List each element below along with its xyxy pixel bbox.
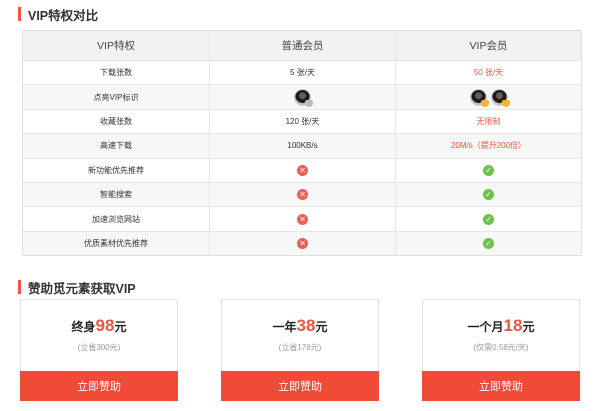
feature-cell: 点亮VIP标识 xyxy=(93,92,139,102)
vip-cell: 无限制 xyxy=(395,109,581,134)
vip-cell: ✓ xyxy=(395,158,581,182)
cross-icon: ✕ xyxy=(297,213,308,225)
vip-cell: 50 张/天 xyxy=(395,61,581,85)
cross-icon: ✕ xyxy=(297,164,308,176)
sponsor-button[interactable]: 立即赞助 xyxy=(221,371,379,401)
plan-saving-note: (立省178元) xyxy=(278,343,322,352)
vip-cell xyxy=(395,85,581,109)
check-icon: ✓ xyxy=(483,164,494,176)
plan-card-month: 一个月18元 (仅需0.58元/天) 立即赞助 xyxy=(422,299,580,401)
normal-cell: ✕ xyxy=(209,207,395,231)
vip-cell: 20M/s（提升200倍） xyxy=(395,134,581,158)
table-row: 高速下载 100KB/s 20M/s（提升200倍） xyxy=(23,133,581,158)
title-accent-bar xyxy=(18,280,21,294)
sponsor-button[interactable]: 立即赞助 xyxy=(422,371,580,401)
check-icon: ✓ xyxy=(483,213,494,225)
plan-price-unit: 元 xyxy=(114,320,127,334)
vip-cell: ✓ xyxy=(395,207,581,231)
feature-cell: 新功能优先推荐 xyxy=(88,165,144,175)
header-cell-vip: VIP会员 xyxy=(395,31,581,60)
normal-cell: ✕ xyxy=(209,231,395,256)
plan-price: 终身98元 xyxy=(21,316,177,336)
plan-price-unit: 元 xyxy=(522,320,535,334)
vip-avatar-icon xyxy=(490,88,510,107)
table-row: 收藏张数 120 张/天 无限制 xyxy=(23,108,581,134)
grey-vip-badge-icon xyxy=(305,99,313,107)
plan-price-number: 38 xyxy=(296,316,316,335)
table-row: 点亮VIP标识 xyxy=(23,84,581,109)
table-header-row: VIP特权 普通会员 VIP会员 xyxy=(23,31,581,60)
table-row: 优质素材优先推荐 ✕ ✓ xyxy=(23,230,581,256)
header-cell-normal: 普通会员 xyxy=(209,31,395,60)
plan-period: 一个月 xyxy=(467,320,504,334)
plan-card-year: 一年38元 (立省178元) 立即赞助 xyxy=(221,299,379,401)
table-row: 智能搜索 ✕ ✓ xyxy=(23,181,581,207)
check-icon: ✓ xyxy=(483,237,494,249)
sponsor-title: 赞助觅元素获取VIP xyxy=(18,279,136,296)
vip-compare-title: VIP特权对比 xyxy=(18,6,99,23)
gold-vip-badge-icon xyxy=(480,99,489,107)
cross-icon: ✕ xyxy=(297,189,308,201)
feature-cell: 收藏张数 xyxy=(100,116,132,126)
feature-cell: 下载张数 xyxy=(100,68,132,78)
plan-price-unit: 元 xyxy=(315,320,328,334)
title-accent-bar xyxy=(18,7,21,21)
section-title-text: VIP特权对比 xyxy=(28,8,99,23)
cross-icon: ✕ xyxy=(297,237,308,249)
gold-vip-badge-icon xyxy=(501,99,510,107)
table-row: 新功能优先推荐 ✕ ✓ xyxy=(23,157,581,182)
feature-cell: 高速下载 xyxy=(100,141,132,151)
plan-price: 一年38元 xyxy=(222,316,378,336)
plan-period: 终身 xyxy=(71,320,96,334)
plan-saving-note: (仅需0.58元/天) xyxy=(473,343,529,352)
normal-cell xyxy=(209,85,395,109)
feature-cell: 优质素材优先推荐 xyxy=(84,238,148,248)
feature-cell: 加速浏览网站 xyxy=(92,214,140,224)
header-cell-privilege: VIP特权 xyxy=(97,40,135,52)
plan-price: 一个月18元 xyxy=(423,316,579,336)
feature-cell: 智能搜索 xyxy=(100,190,132,200)
normal-cell: 120 张/天 xyxy=(209,109,395,134)
plan-card-lifetime: 终身98元 (立省300元) 立即赞助 xyxy=(20,299,178,401)
sponsor-button[interactable]: 立即赞助 xyxy=(20,371,178,401)
normal-cell: ✕ xyxy=(209,182,395,207)
plan-period: 一年 xyxy=(272,320,297,334)
normal-cell: ✕ xyxy=(209,158,395,182)
normal-cell: 5 张/天 xyxy=(209,61,395,85)
plan-saving-note: (立省300元) xyxy=(77,343,121,352)
vip-cell: ✓ xyxy=(395,182,581,207)
plan-price-number: 18 xyxy=(503,316,523,335)
plan-price-number: 98 xyxy=(95,316,115,335)
user-avatar-icon xyxy=(294,88,313,107)
table-row: 加速浏览网站 ✕ ✓ xyxy=(23,206,581,231)
table-row: 下载张数 5 张/天 50 张/天 xyxy=(23,60,581,85)
check-icon: ✓ xyxy=(483,189,494,201)
vip-cell: ✓ xyxy=(395,231,581,256)
vip-avatar-icon xyxy=(469,88,489,107)
normal-cell: 100KB/s xyxy=(209,134,395,158)
vip-comparison-table: VIP特权 普通会员 VIP会员 下载张数 5 张/天 50 张/天 点亮VIP… xyxy=(22,30,582,256)
section-title-text: 赞助觅元素获取VIP xyxy=(28,281,136,296)
